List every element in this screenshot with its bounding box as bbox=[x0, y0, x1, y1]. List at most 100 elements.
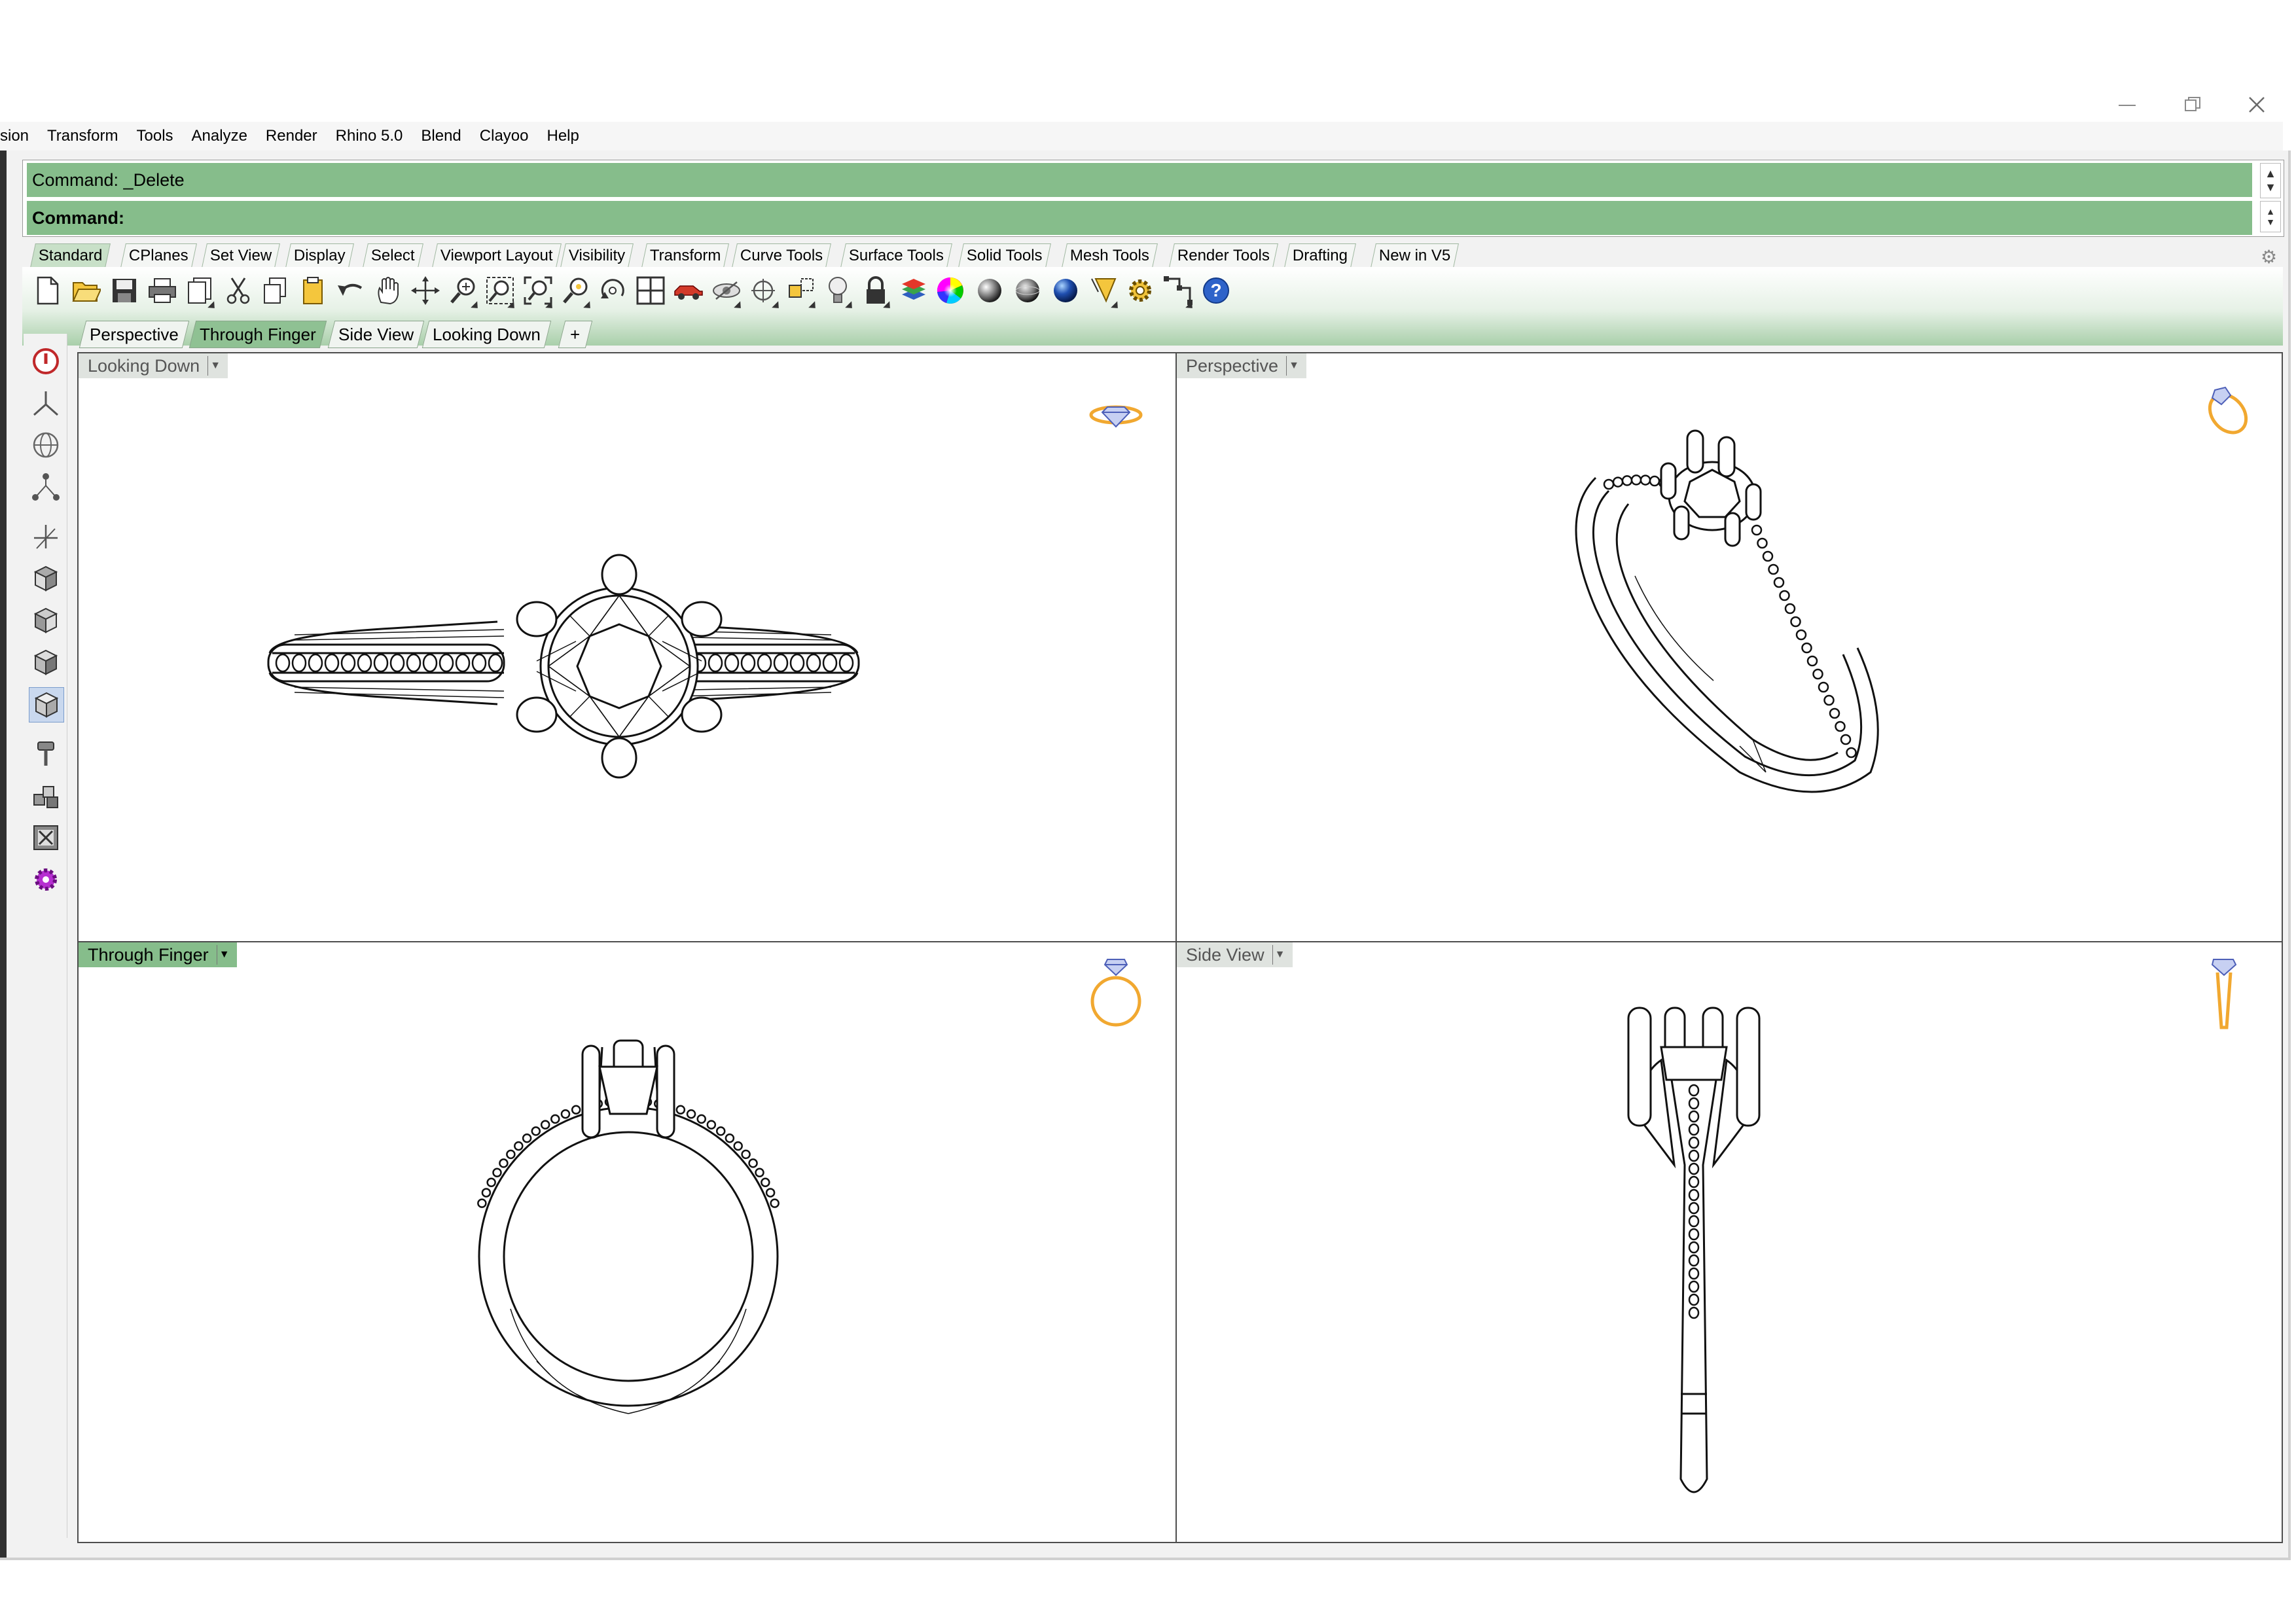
hammer-icon[interactable] bbox=[29, 737, 63, 771]
command-prompt-row[interactable]: Command: bbox=[27, 201, 2252, 235]
tab-render-tools[interactable]: Render Tools bbox=[1169, 243, 1278, 268]
pan-hand-icon[interactable] bbox=[372, 275, 403, 306]
move-icon[interactable] bbox=[410, 275, 441, 306]
tab-set-view[interactable]: Set View bbox=[202, 243, 281, 268]
save-icon[interactable] bbox=[109, 275, 140, 306]
history-scrollbar[interactable]: ▲ ▼ bbox=[2260, 163, 2281, 198]
sphere-shaded-icon[interactable] bbox=[1012, 275, 1043, 306]
print-icon[interactable] bbox=[147, 275, 178, 306]
zoom-window-icon[interactable] bbox=[448, 275, 481, 312]
pave-stone bbox=[1688, 1280, 1700, 1293]
padlock-icon[interactable] bbox=[860, 275, 893, 312]
blocks-icon[interactable] bbox=[29, 779, 63, 813]
render-icon[interactable] bbox=[1088, 275, 1121, 312]
light-bulb-icon[interactable] bbox=[822, 275, 855, 312]
tab-select[interactable]: Select bbox=[363, 243, 423, 268]
tab-solid-tools[interactable]: Solid Tools bbox=[958, 243, 1051, 268]
box-front-icon[interactable] bbox=[29, 603, 63, 637]
tab-standard[interactable]: Standard bbox=[30, 243, 111, 268]
points-icon[interactable] bbox=[29, 470, 63, 504]
restore-button[interactable] bbox=[2160, 85, 2225, 124]
selection-filter-icon[interactable] bbox=[1162, 275, 1196, 312]
purple-gear-icon[interactable] bbox=[29, 863, 63, 897]
hide-icon[interactable] bbox=[711, 275, 744, 312]
box-perspective-icon[interactable] bbox=[29, 687, 64, 722]
new-file-icon[interactable] bbox=[31, 275, 63, 306]
pave-stone bbox=[422, 653, 438, 673]
lock-objects-icon[interactable] bbox=[749, 275, 782, 312]
gumball-icon[interactable] bbox=[29, 520, 63, 554]
tab-display[interactable]: Display bbox=[285, 243, 354, 268]
tab-drafting[interactable]: Drafting bbox=[1284, 243, 1356, 268]
cut-icon[interactable] bbox=[223, 275, 254, 306]
tab-side-view[interactable]: Side View bbox=[327, 321, 425, 348]
transform-icon[interactable] bbox=[785, 275, 819, 312]
viewport-through-finger[interactable]: Through Finger ▼ bbox=[77, 941, 1178, 1543]
box-x-icon[interactable] bbox=[29, 821, 63, 855]
tab-viewport-layout[interactable]: Viewport Layout bbox=[432, 243, 562, 268]
minimize-button[interactable] bbox=[2094, 85, 2160, 124]
rotate-view-icon[interactable] bbox=[597, 275, 628, 306]
zoom-all-icon[interactable] bbox=[522, 275, 556, 312]
ring-side-drawing bbox=[1627, 1007, 1761, 1493]
box-right-icon[interactable] bbox=[29, 645, 63, 679]
pave-stone bbox=[481, 1188, 492, 1198]
pave-stone bbox=[761, 1177, 770, 1188]
prompt-spinner[interactable]: ▲ ▼ bbox=[2260, 201, 2281, 232]
zoom-extents-icon[interactable] bbox=[484, 275, 518, 312]
tab-through-finger[interactable]: Through Finger bbox=[188, 321, 327, 348]
pave-stone bbox=[471, 653, 487, 673]
ring-top-drawing bbox=[267, 554, 860, 779]
pave-stone bbox=[708, 653, 723, 673]
open-file-icon[interactable] bbox=[71, 275, 102, 306]
pave-stone bbox=[308, 653, 323, 673]
tab-mesh-tools[interactable]: Mesh Tools bbox=[1062, 243, 1158, 268]
close-button[interactable] bbox=[2224, 85, 2289, 124]
viewport-side-view[interactable]: Side View ▼ bbox=[1175, 941, 2283, 1543]
stop-icon[interactable] bbox=[29, 344, 63, 378]
layers-icon[interactable] bbox=[898, 275, 929, 306]
tab-transform[interactable]: Transform bbox=[641, 243, 730, 268]
tab-looking-down[interactable]: Looking Down bbox=[422, 321, 552, 348]
sphere-rendered-icon[interactable] bbox=[1050, 275, 1081, 306]
help-icon[interactable]: ? bbox=[1200, 275, 1232, 306]
viewport-looking-down[interactable]: Looking Down ▼ bbox=[77, 352, 1178, 942]
menu-dimension[interactable]: sion bbox=[0, 127, 38, 145]
axes-icon[interactable] bbox=[29, 386, 63, 420]
tab-curve-tools[interactable]: Curve Tools bbox=[732, 243, 832, 268]
car-icon[interactable] bbox=[673, 275, 704, 306]
four-viewports-icon[interactable] bbox=[635, 275, 666, 306]
undo-icon[interactable] bbox=[335, 275, 367, 306]
pave-stone bbox=[560, 1109, 571, 1119]
viewport-perspective[interactable]: Perspective ▼ bbox=[1175, 352, 2283, 942]
globe-icon[interactable] bbox=[29, 428, 63, 462]
tab-perspective[interactable]: Perspective bbox=[79, 321, 190, 348]
menu-help[interactable]: Help bbox=[538, 127, 588, 145]
menu-tools[interactable]: Tools bbox=[128, 127, 183, 145]
menu-render[interactable]: Render bbox=[257, 127, 327, 145]
pave-stone bbox=[1806, 655, 1818, 667]
options-gear-icon[interactable] bbox=[1124, 275, 1156, 306]
pave-stone bbox=[291, 653, 307, 673]
box-top-icon[interactable] bbox=[29, 562, 63, 596]
tab-new-in-v5[interactable]: New in V5 bbox=[1371, 243, 1460, 268]
menu-transform[interactable]: Transform bbox=[38, 127, 127, 145]
import-icon[interactable] bbox=[185, 275, 218, 312]
color-wheel-icon[interactable] bbox=[935, 275, 966, 306]
menu-analyze[interactable]: Analyze bbox=[183, 127, 257, 145]
menu-blend[interactable]: Blend bbox=[412, 127, 470, 145]
menu-clayoo[interactable]: Clayoo bbox=[471, 127, 538, 145]
pave-stone bbox=[740, 653, 756, 673]
paste-icon[interactable] bbox=[297, 275, 329, 306]
tab-surface-tools[interactable]: Surface Tools bbox=[840, 243, 952, 268]
spin-down-icon: ▼ bbox=[2266, 217, 2275, 227]
pave-stone bbox=[1757, 537, 1768, 549]
copy-icon[interactable] bbox=[259, 275, 291, 306]
toolbar-settings-gear-icon[interactable]: ⚙ bbox=[2261, 246, 2277, 268]
sphere-wireframe-icon[interactable] bbox=[974, 275, 1005, 306]
tab-cplanes[interactable]: CPlanes bbox=[120, 243, 197, 268]
zoom-selected-icon[interactable] bbox=[560, 275, 594, 312]
ring-perspective-drawing bbox=[1575, 429, 1879, 793]
menu-rhino5[interactable]: Rhino 5.0 bbox=[327, 127, 412, 145]
tab-visibility[interactable]: Visibility bbox=[560, 243, 634, 268]
